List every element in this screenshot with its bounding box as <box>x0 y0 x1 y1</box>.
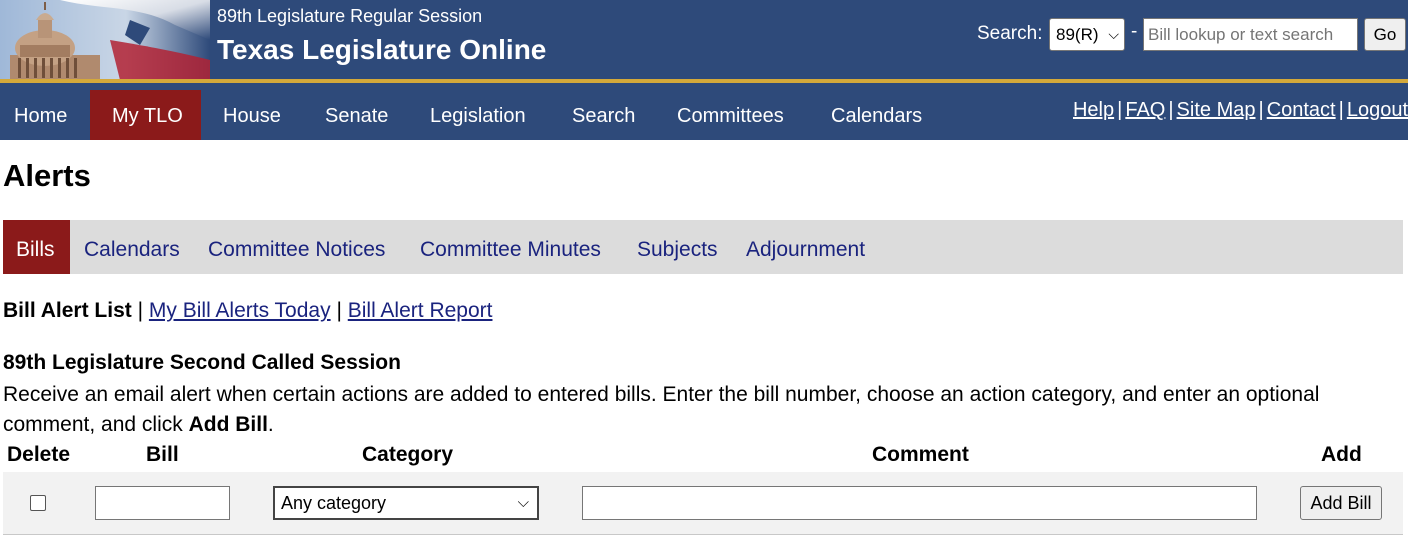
site-map-link[interactable]: Site Map <box>1177 99 1256 121</box>
utility-links: Help | FAQ | Site Map | Contact | Logout <box>1073 99 1408 122</box>
contact-link[interactable]: Contact <box>1267 99 1336 121</box>
help-link[interactable]: Help <box>1073 99 1114 121</box>
category-select-value: Any category <box>281 493 387 513</box>
separator: | <box>1117 99 1123 121</box>
chevron-down-icon: ⌵ <box>517 494 529 511</box>
bill-number-input[interactable] <box>95 486 230 520</box>
nav-item-my-tlo[interactable]: My TLO <box>90 90 201 140</box>
faq-link[interactable]: FAQ <box>1125 99 1165 121</box>
instructions-bold: Add Bill <box>188 413 268 436</box>
tab-calendars[interactable]: Calendars <box>84 220 180 274</box>
nav-item-committees[interactable]: Committees <box>677 90 784 140</box>
separator: | <box>336 299 342 322</box>
session-select[interactable]: 89(R) ⌵ <box>1049 18 1125 51</box>
tab-committee-minutes[interactable]: Committee Minutes <box>420 220 601 274</box>
nav-item-house[interactable]: House <box>223 90 281 140</box>
separator: | <box>1258 99 1264 121</box>
session-label: 89th Legislature Regular Session <box>217 6 483 26</box>
current-subpage: Bill Alert List <box>3 299 132 322</box>
search-label: Search: <box>977 23 1043 44</box>
tab-committee-notices[interactable]: Committee Notices <box>208 220 385 274</box>
site-title[interactable]: Texas Legislature Online <box>217 34 546 66</box>
my-bill-alerts-today-link[interactable]: My Bill Alerts Today <box>149 299 331 322</box>
column-header-delete: Delete <box>7 443 71 466</box>
tab-bills[interactable]: Bills <box>3 220 70 274</box>
separator: | <box>137 299 144 322</box>
chevron-down-icon: ⌵ <box>1108 26 1119 42</box>
separator: | <box>1168 99 1174 121</box>
comment-input[interactable] <box>582 486 1257 520</box>
nav-item-senate[interactable]: Senate <box>325 90 388 140</box>
add-bill-button[interactable]: Add Bill <box>1300 486 1382 520</box>
bill-alert-subnav: Bill Alert List | My Bill Alerts Today |… <box>3 299 492 323</box>
nav-item-home[interactable]: Home <box>0 90 90 140</box>
session-select-value: 89(R) <box>1056 25 1099 44</box>
column-header-comment: Comment <box>872 443 969 466</box>
go-button[interactable]: Go <box>1364 18 1406 51</box>
tab-subjects[interactable]: Subjects <box>637 220 718 274</box>
session-heading: 89th Legislature Second Called Session <box>3 351 401 374</box>
tab-adjournment[interactable]: Adjournment <box>746 220 865 274</box>
column-header-bill: Bill <box>146 443 179 466</box>
page-title: Alerts <box>3 158 91 193</box>
site-header: 89th Legislature Regular Session Texas L… <box>0 0 1408 80</box>
column-header-category: Category <box>362 443 454 466</box>
capitol-flag-banner <box>0 0 210 80</box>
delete-checkbox[interactable] <box>30 495 46 511</box>
separator: | <box>1338 99 1344 121</box>
alert-tabs: Bills Calendars Committee Notices Commit… <box>3 220 1403 274</box>
logout-link[interactable]: Logout <box>1347 99 1408 121</box>
column-header-add: Add <box>1321 443 1362 466</box>
search-input[interactable]: Bill lookup or text search <box>1143 18 1358 51</box>
instructions: Receive an email alert when certain acti… <box>3 380 1393 440</box>
instructions-end: . <box>267 413 274 436</box>
category-select[interactable]: Any category ⌵ <box>273 486 539 520</box>
bill-alert-report-link[interactable]: Bill Alert Report <box>348 299 493 322</box>
nav-item-calendars[interactable]: Calendars <box>831 90 922 140</box>
nav-item-search[interactable]: Search <box>572 90 635 140</box>
main-nav: Home My TLO House Senate Legislation Sea… <box>0 83 1408 140</box>
nav-item-legislation[interactable]: Legislation <box>430 90 526 140</box>
search-separator: - <box>1131 21 1138 42</box>
